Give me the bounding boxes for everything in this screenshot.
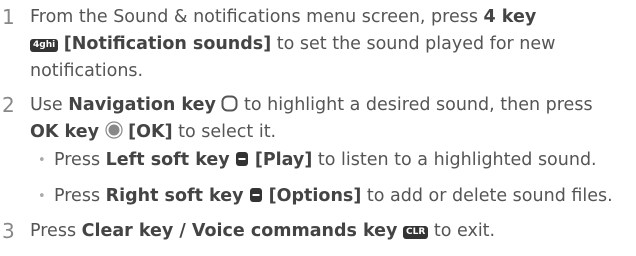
bullet-suffix: to add or delete sound files. — [361, 186, 613, 206]
step-3: 3 Press Clear key / Voice commands key C… — [0, 218, 636, 245]
step-text-continuation: notifications. — [30, 61, 144, 81]
menu-option: [Notification sounds] — [63, 34, 272, 54]
step-text-line3: notifications. — [30, 58, 630, 85]
step-text: Press Clear key / Voice commands key CLR… — [30, 218, 630, 245]
bullet-text: Press Left soft key [Play] to listen to … — [54, 147, 634, 176]
key-name: 4 key — [483, 7, 537, 27]
step-text-prefix: From the Sound & notifications menu scre… — [30, 7, 484, 27]
bullet-item: • Press Left soft key [Play] to listen t… — [0, 147, 636, 174]
clear-key-icon: CLR — [403, 226, 429, 239]
key-name: Right soft key — [105, 186, 244, 206]
step-text-suffix: to select it. — [172, 122, 277, 142]
bullet-item: • Press Right soft key [Options] to add … — [0, 183, 636, 210]
key-name: Left soft key — [105, 150, 230, 170]
step-1: 1 From the Sound & notifications menu sc… — [0, 4, 636, 85]
step-number: 3 — [2, 219, 15, 243]
step-text-suffix: to exit. — [428, 221, 496, 241]
step-text-suffix: to highlight a desired sound, then press — [238, 95, 593, 115]
step-text-line2: OK key [OK] to select it. — [30, 119, 630, 148]
step-text-line2: 4ghi [Notification sounds] to set the so… — [30, 31, 630, 58]
key-name: Navigation key — [68, 95, 216, 115]
step-text: Use Navigation key to highlight a desire… — [30, 92, 630, 121]
step-text-prefix: Use — [30, 95, 69, 115]
step-2: 2 Use Navigation key to highlight a desi… — [0, 92, 636, 146]
step-number: 1 — [2, 5, 15, 29]
step-number: 2 — [2, 93, 15, 117]
menu-option: [OK] — [128, 122, 173, 142]
bullet-suffix: to listen to a highlighted sound. — [312, 150, 597, 170]
bullet-dot-icon: • — [38, 189, 46, 204]
ok-key-icon — [104, 121, 123, 148]
menu-option: [Play] — [254, 150, 313, 170]
four-key-icon: 4ghi — [30, 39, 59, 52]
bullet-prefix: Press — [54, 186, 106, 206]
bullet-text: Press Right soft key [Options] to add or… — [54, 183, 634, 212]
right-soft-key-icon — [249, 185, 263, 212]
key-name: OK key — [30, 122, 99, 142]
step-text-prefix: Press — [30, 221, 82, 241]
key-name: Clear key / Voice commands key — [81, 221, 398, 241]
step-text-suffix: to set the sound played for new — [271, 34, 556, 54]
bullet-dot-icon: • — [38, 153, 46, 168]
left-soft-key-icon — [235, 149, 249, 176]
navigation-key-icon — [221, 94, 238, 121]
bullet-prefix: Press — [54, 150, 106, 170]
menu-option: [Options] — [268, 186, 362, 206]
step-text: From the Sound & notifications menu scre… — [30, 4, 630, 31]
